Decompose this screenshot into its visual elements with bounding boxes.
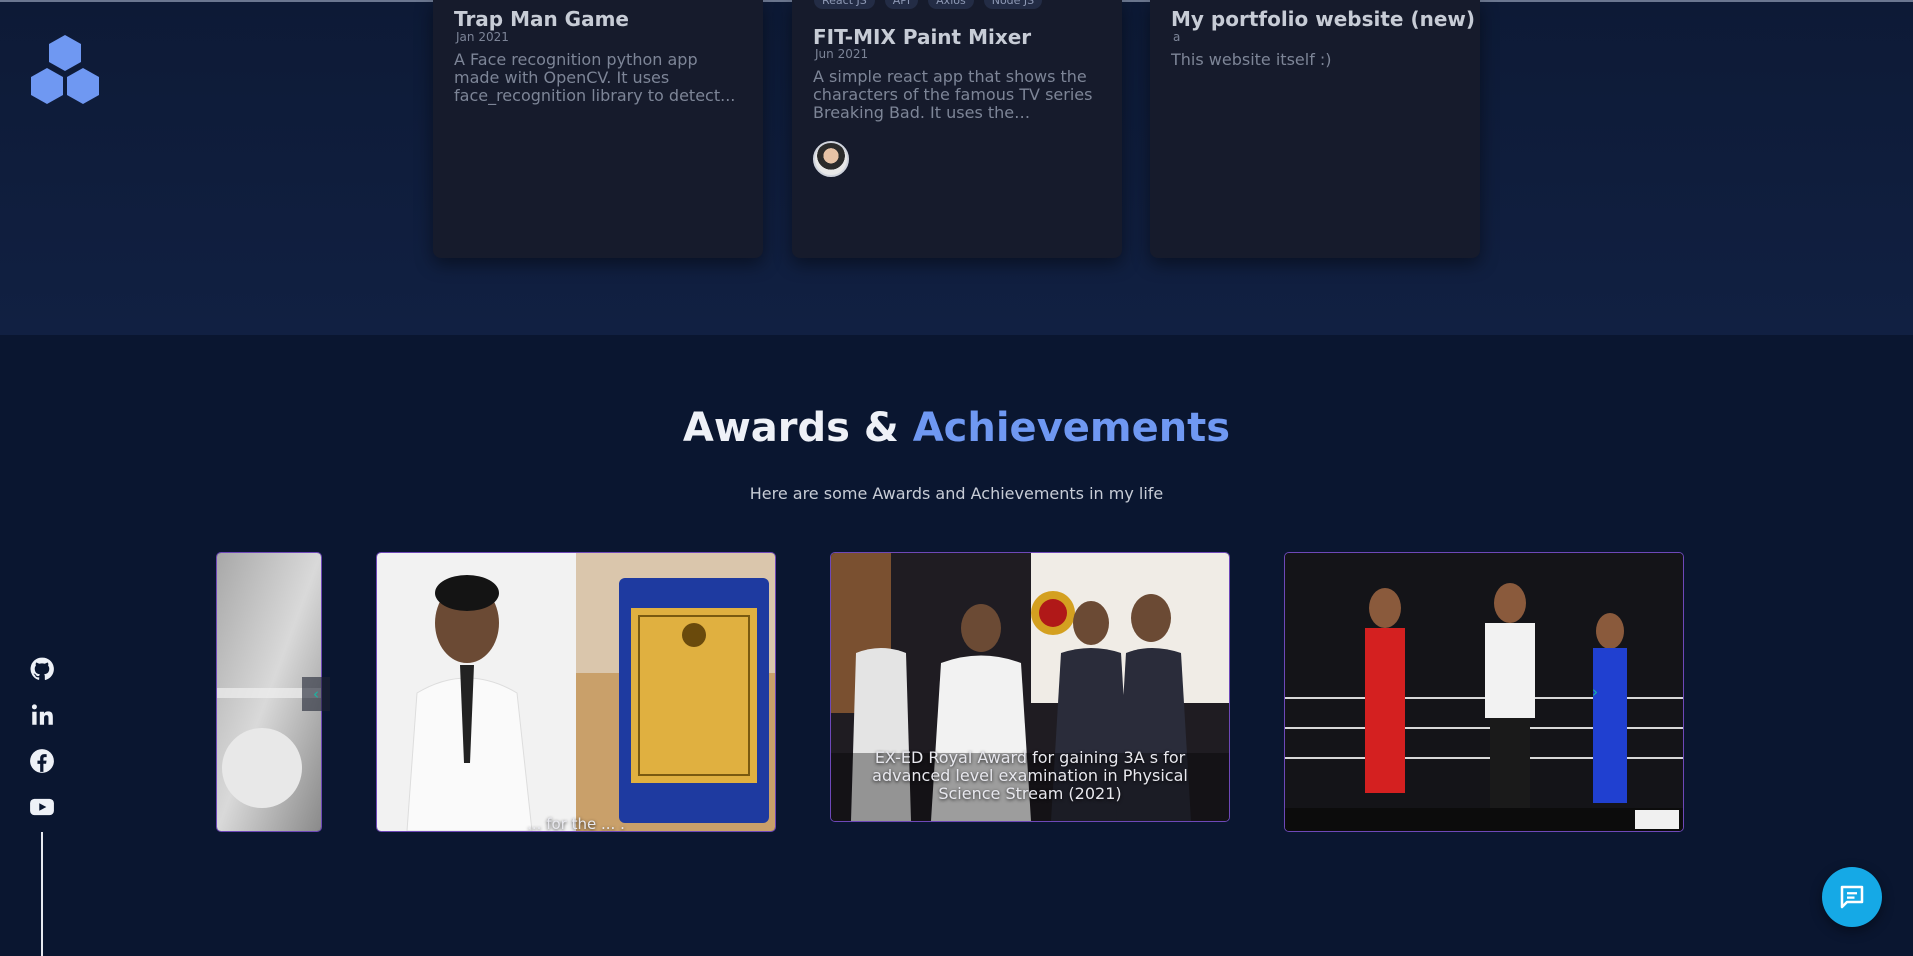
project-tags: React JS API Axios Node JS bbox=[814, 0, 1043, 9]
facebook-link[interactable] bbox=[29, 748, 55, 774]
project-description: This website itself :) bbox=[1171, 51, 1332, 69]
youtube-icon bbox=[30, 798, 54, 816]
project-card[interactable]: React JS API Axios Node JS FIT-MIX Paint… bbox=[792, 0, 1122, 258]
project-tag: React JS bbox=[814, 0, 875, 9]
awards-heading: Awards & Achievements bbox=[0, 405, 1913, 451]
project-title: My portfolio website (new) bbox=[1171, 7, 1476, 31]
project-card[interactable]: My portfolio website (new) a This websit… bbox=[1150, 0, 1480, 258]
contributor-avatar[interactable] bbox=[813, 141, 849, 177]
chevron-right-icon: › bbox=[1592, 683, 1598, 701]
awards-subtitle: Here are some Awards and Achievements in… bbox=[749, 484, 1164, 503]
chat-button[interactable] bbox=[1822, 867, 1882, 927]
linkedin-icon bbox=[31, 704, 53, 725]
award-photo bbox=[377, 553, 775, 831]
award-card[interactable] bbox=[1284, 552, 1684, 832]
award-card[interactable]: ... for the ... . bbox=[376, 552, 776, 832]
project-description: A simple react app that shows the charac… bbox=[813, 68, 1093, 122]
project-title: FIT-MIX Paint Mixer bbox=[813, 25, 1032, 49]
project-tag: Axios bbox=[928, 0, 974, 9]
project-tag: API bbox=[884, 0, 919, 9]
hexagon-logo-icon bbox=[31, 35, 99, 104]
project-description: A Face recognition python app made with … bbox=[454, 51, 736, 105]
carousel-prev-button[interactable]: ‹ bbox=[302, 677, 330, 711]
award-photo bbox=[1285, 553, 1683, 831]
project-date: Jan 2021 bbox=[456, 30, 509, 44]
project-date: Jun 2021 bbox=[815, 47, 869, 61]
award-caption: ... for the ... . bbox=[527, 815, 625, 832]
awards-heading-text: Awards & bbox=[682, 405, 899, 451]
facebook-icon bbox=[30, 749, 54, 773]
site-logo[interactable] bbox=[28, 33, 102, 107]
awards-heading-accent: Achievements bbox=[912, 405, 1231, 451]
project-date: a bbox=[1173, 30, 1181, 44]
chevron-left-icon: ‹ bbox=[313, 685, 319, 703]
social-divider-line bbox=[41, 832, 43, 956]
project-title: Trap Man Game bbox=[454, 7, 629, 31]
github-icon bbox=[30, 657, 54, 680]
youtube-link[interactable] bbox=[29, 794, 55, 820]
github-link[interactable] bbox=[29, 656, 55, 682]
award-card[interactable]: EX-ED Royal Award for gaining 3A s for a… bbox=[830, 552, 1230, 822]
chat-bubble-icon bbox=[1840, 885, 1864, 909]
project-tag: Node JS bbox=[983, 0, 1043, 9]
carousel-next-button[interactable]: › bbox=[1581, 675, 1609, 709]
linkedin-link[interactable] bbox=[29, 702, 55, 728]
award-caption: EX-ED Royal Award for gaining 3A s for a… bbox=[872, 748, 1188, 803]
project-card[interactable]: Trap Man Game Jan 2021 A Face recognitio… bbox=[433, 0, 763, 258]
